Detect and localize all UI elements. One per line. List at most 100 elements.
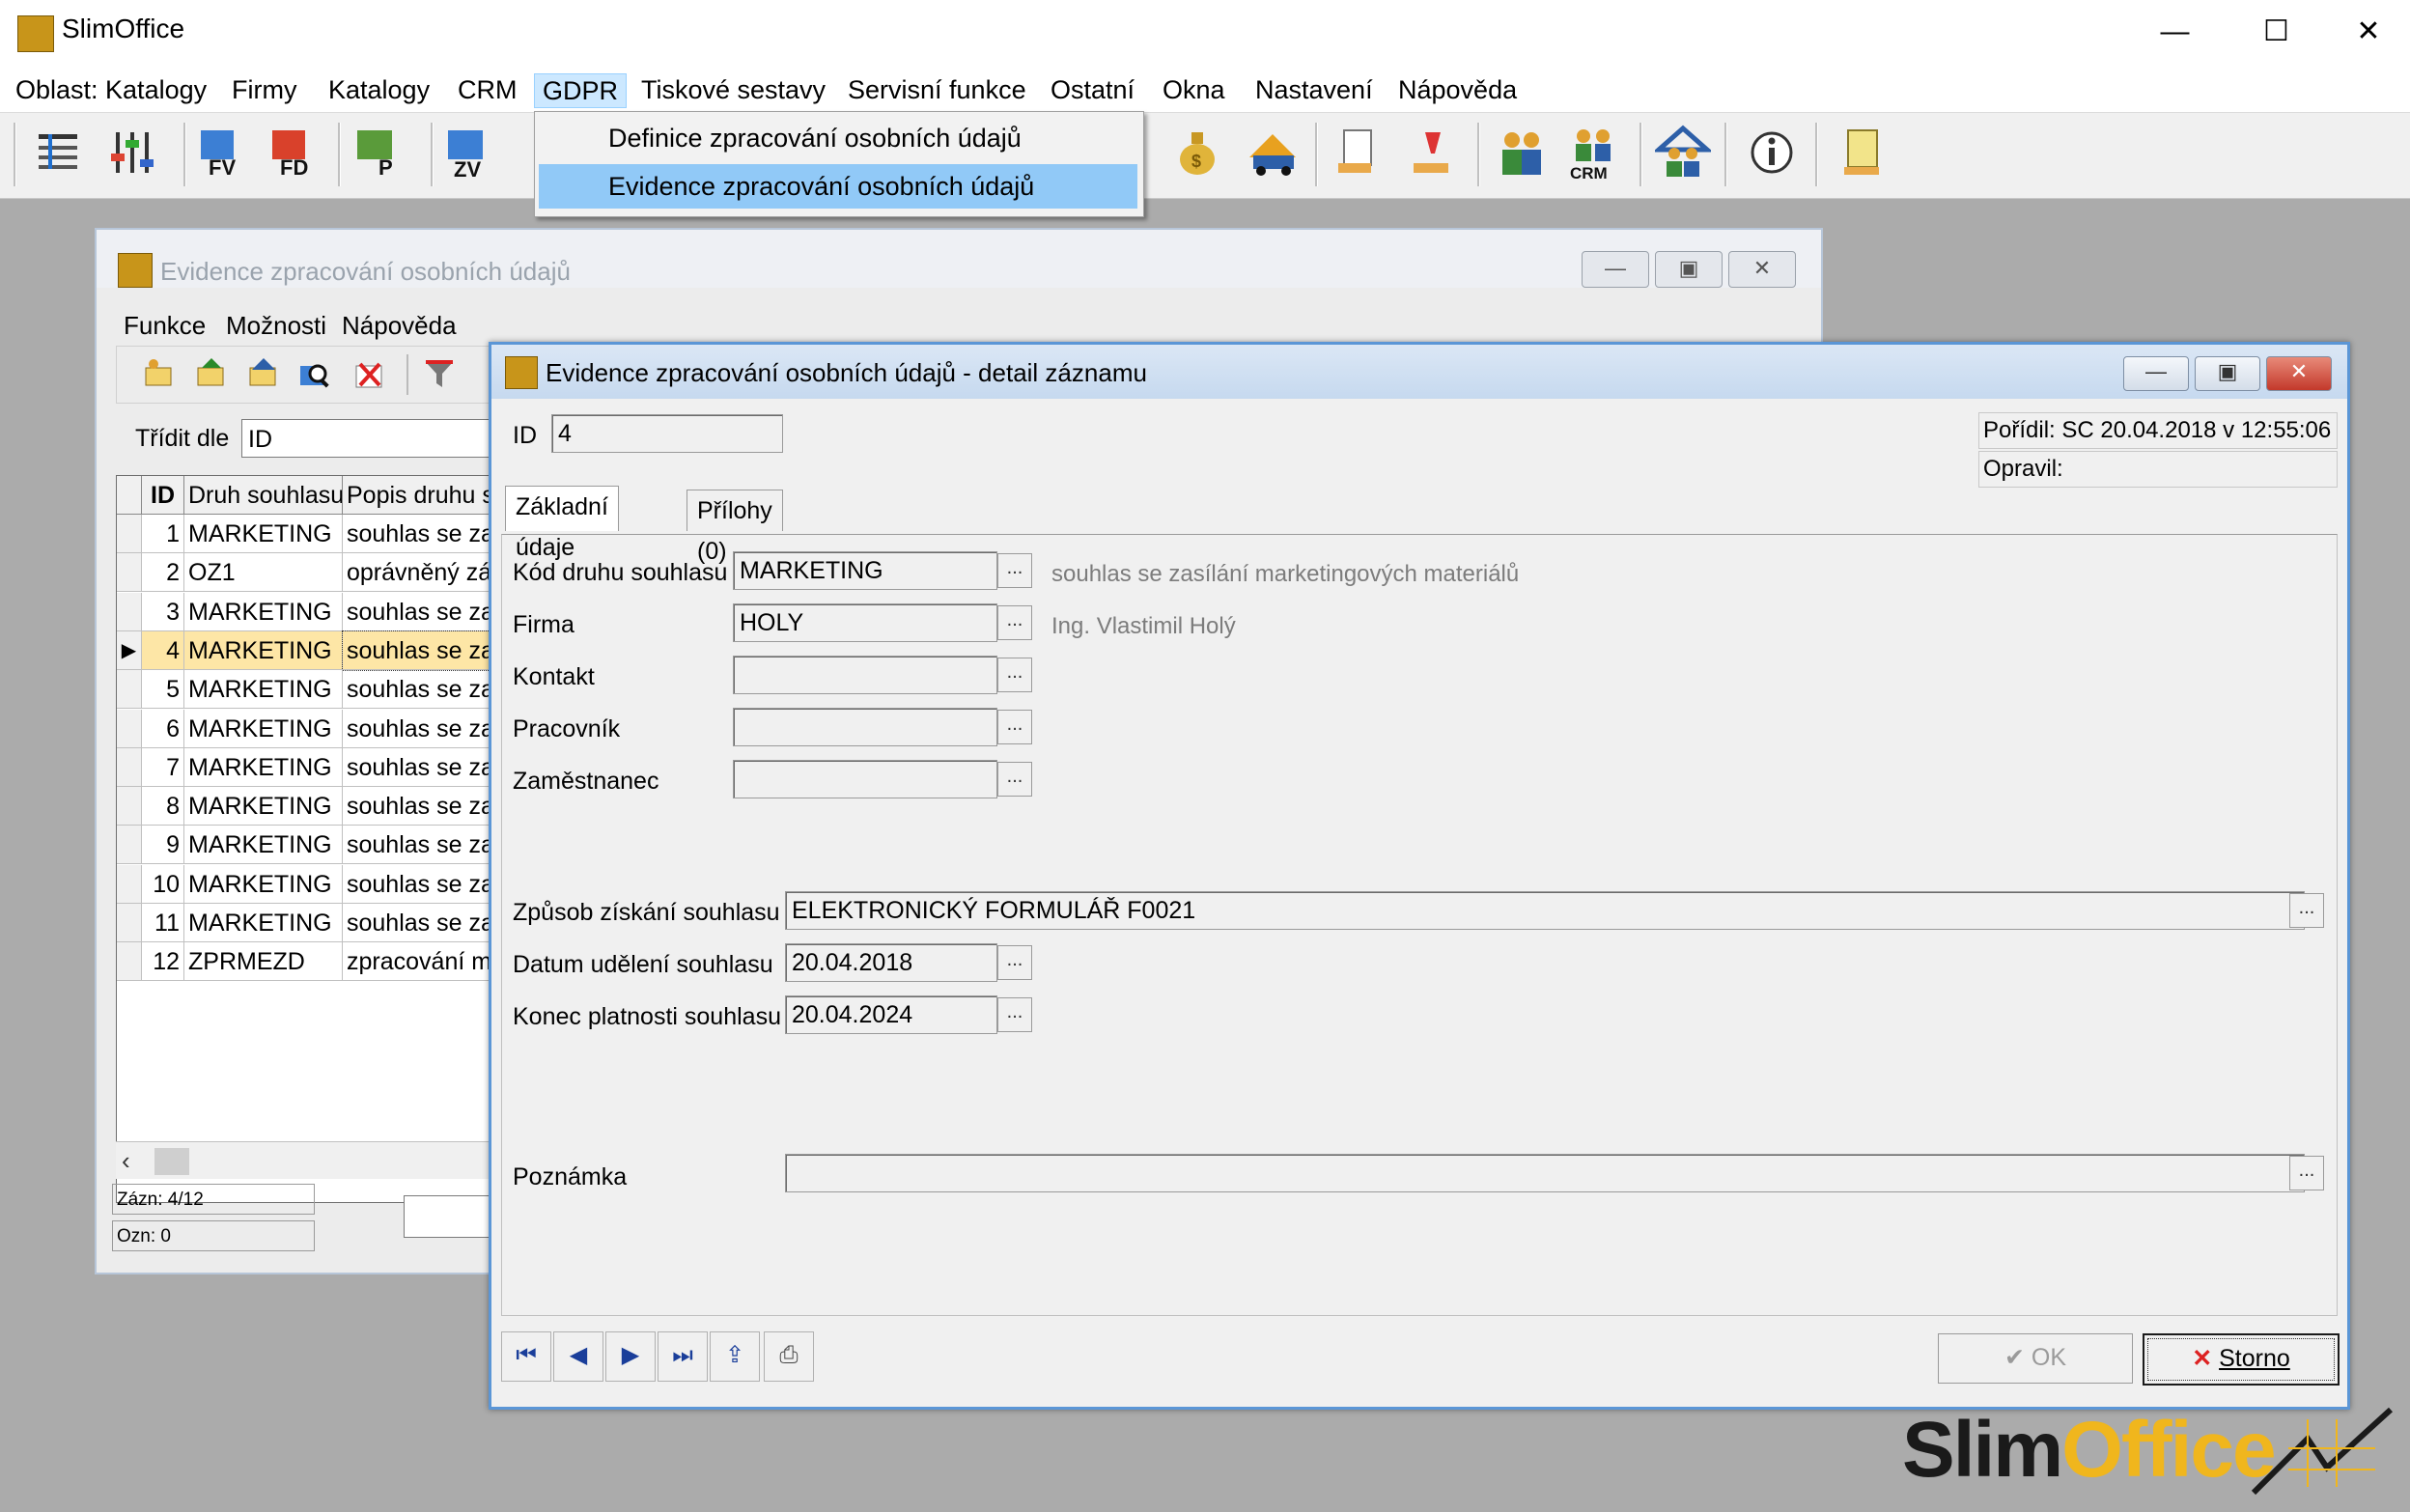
zpusob-ziskani-field[interactable]: ELEKTRONICKÝ FORMULÁŘ F0021 xyxy=(785,891,2305,930)
detail-window-restore-button[interactable]: ▣ xyxy=(2195,356,2260,391)
menu-katalogy[interactable]: Katalogy xyxy=(321,73,437,106)
table-row[interactable]: 9 MARKETING souhlas se za xyxy=(117,826,532,865)
menu-napoveda[interactable]: Nápověda xyxy=(1390,73,1525,106)
moneybag-icon[interactable]: $ xyxy=(1170,125,1226,181)
zpusob-ziskani-lookup-button[interactable]: ... xyxy=(2289,893,2324,928)
menu-oblast[interactable]: Oblast: Katalogy xyxy=(8,73,214,106)
scrollbar-thumb[interactable] xyxy=(154,1148,189,1175)
table-row[interactable]: 1 MARKETING souhlas se za xyxy=(117,515,532,553)
list-menu-moznosti[interactable]: Možnosti xyxy=(226,311,326,341)
menu-okna[interactable]: Okna xyxy=(1155,73,1233,106)
crm-icon[interactable]: CRM xyxy=(1566,125,1622,181)
cell-id[interactable]: 12 xyxy=(142,942,184,982)
cell-druh-souhlasu[interactable]: MARKETING xyxy=(184,826,343,865)
cell-id[interactable]: 10 xyxy=(142,864,184,904)
open-record-icon[interactable] xyxy=(246,356,281,391)
last-record-icon[interactable]: ⏭ xyxy=(658,1331,708,1382)
detail-window-minimize-button[interactable]: — xyxy=(2123,356,2189,391)
list-window-minimize-button[interactable]: — xyxy=(1582,251,1649,288)
menu-ostatni[interactable]: Ostatní xyxy=(1043,73,1142,106)
table-row[interactable]: 3 MARKETING souhlas se za xyxy=(117,592,532,631)
cell-druh-souhlasu[interactable]: MARKETING xyxy=(184,709,343,748)
cell-id[interactable]: 6 xyxy=(142,709,184,748)
zamestnanec-field[interactable] xyxy=(733,760,997,798)
table-row[interactable]: 8 MARKETING souhlas se za xyxy=(117,787,532,826)
cell-druh-souhlasu[interactable]: MARKETING xyxy=(184,630,343,670)
firma-lookup-button[interactable]: ... xyxy=(997,605,1032,640)
menu-gdpr[interactable]: GDPR xyxy=(534,73,628,108)
cell-id[interactable]: 7 xyxy=(142,747,184,787)
truck-icon[interactable] xyxy=(1246,125,1302,181)
menu-crm[interactable]: CRM xyxy=(450,73,525,106)
grid-horizontal-scrollbar[interactable]: ‹ xyxy=(116,1141,531,1179)
table-row[interactable]: 6 MARKETING souhlas se za xyxy=(117,709,532,748)
filter-funnel-icon[interactable] xyxy=(422,356,457,391)
next-record-icon[interactable]: ▶ xyxy=(605,1331,656,1382)
sort-select[interactable]: ID xyxy=(241,419,494,458)
window-minimize-button[interactable]: — xyxy=(2124,0,2226,66)
cell-druh-souhlasu[interactable]: MARKETING xyxy=(184,787,343,826)
kod-druhu-field[interactable]: MARKETING xyxy=(733,551,997,590)
cell-id[interactable]: 8 xyxy=(142,787,184,826)
document-hand-icon[interactable] xyxy=(1332,125,1388,181)
cell-id[interactable]: 2 xyxy=(142,553,184,593)
menu-tiskove-sestavy[interactable]: Tiskové sestavy xyxy=(633,73,833,106)
firma-field[interactable]: HOLY xyxy=(733,603,997,642)
list-window-restore-button[interactable]: ▣ xyxy=(1655,251,1723,288)
konec-platnosti-field[interactable]: 20.04.2024 xyxy=(785,995,997,1034)
cell-druh-souhlasu[interactable]: MARKETING xyxy=(184,670,343,710)
ok-button[interactable]: ✔ OK xyxy=(1938,1333,2133,1384)
window-close-button[interactable]: ✕ xyxy=(2327,0,2410,66)
list-window-close-button[interactable]: ✕ xyxy=(1728,251,1796,288)
table-row[interactable]: 7 MARKETING souhlas se za xyxy=(117,747,532,787)
cell-druh-souhlasu[interactable]: ZPRMEZD xyxy=(184,942,343,982)
id-field[interactable]: 4 xyxy=(551,414,783,453)
first-record-icon[interactable]: ⏮ xyxy=(501,1331,551,1382)
list-icon[interactable] xyxy=(31,125,87,181)
print-icon[interactable]: ⎙ xyxy=(764,1331,814,1382)
cell-druh-souhlasu[interactable]: MARKETING xyxy=(184,864,343,904)
report-icon[interactable] xyxy=(1838,125,1894,181)
cell-druh-souhlasu[interactable]: OZ1 xyxy=(184,553,343,593)
konec-platnosti-picker-button[interactable]: ... xyxy=(997,997,1032,1032)
poznamka-field[interactable] xyxy=(785,1154,2305,1192)
cell-id[interactable]: 4 xyxy=(142,630,184,670)
list-menu-funkce[interactable]: Funkce xyxy=(124,311,206,341)
cell-druh-souhlasu[interactable]: MARKETING xyxy=(184,515,343,553)
storno-button[interactable]: ✕ Storno xyxy=(2143,1333,2340,1386)
pracovnik-lookup-button[interactable]: ... xyxy=(997,710,1032,744)
tab-zakladni-udaje[interactable]: Základní údaje xyxy=(505,486,619,561)
menu-item-evidence[interactable]: Evidence zpracování osobních údajů xyxy=(539,164,1137,209)
kontakt-field[interactable] xyxy=(733,656,997,694)
datum-udeleni-field[interactable]: 20.04.2018 xyxy=(785,943,997,982)
cell-druh-souhlasu[interactable]: MARKETING xyxy=(184,904,343,942)
table-row[interactable]: 12 ZPRMEZD zpracování m xyxy=(117,942,532,982)
delete-record-icon[interactable] xyxy=(352,356,387,391)
records-grid[interactable]: ID Druh souhlasu Popis druhu s 1 MARKETIN… xyxy=(116,475,533,1203)
edit-record-icon[interactable] xyxy=(194,356,229,391)
kod-druhu-lookup-button[interactable]: ... xyxy=(997,553,1032,588)
fd-invoice-icon[interactable]: FD xyxy=(263,125,319,181)
menu-item-definice[interactable]: Definice zpracování osobních údajů xyxy=(539,116,1137,160)
zamestnanec-lookup-button[interactable]: ... xyxy=(997,762,1032,797)
cell-id[interactable]: 3 xyxy=(142,592,184,631)
table-row[interactable]: 5 MARKETING souhlas se za xyxy=(117,670,532,710)
cell-druh-souhlasu[interactable]: MARKETING xyxy=(184,592,343,631)
cell-id[interactable]: 9 xyxy=(142,826,184,865)
cell-druh-souhlasu[interactable]: MARKETING xyxy=(184,747,343,787)
hand-tool-icon[interactable] xyxy=(1406,125,1462,181)
info-icon[interactable] xyxy=(1744,125,1800,181)
detail-window-close-button[interactable]: ✕ xyxy=(2266,356,2332,391)
p-icon[interactable]: P xyxy=(350,125,406,181)
cell-id[interactable]: 5 xyxy=(142,670,184,710)
house-people-icon[interactable] xyxy=(1655,125,1711,181)
scroll-left-arrow-icon[interactable]: ‹ xyxy=(122,1146,130,1176)
new-record-icon[interactable] xyxy=(142,356,177,391)
table-row[interactable]: 11 MARKETING souhlas se za xyxy=(117,904,532,942)
menu-servisni-funkce[interactable]: Servisní funkce xyxy=(840,73,1034,106)
poznamka-lookup-button[interactable]: ... xyxy=(2289,1156,2324,1190)
tab-prilohy[interactable]: Přílohy (0) xyxy=(687,490,783,565)
menu-firmy[interactable]: Firmy xyxy=(224,73,304,106)
table-row[interactable]: 10 MARKETING souhlas se za xyxy=(117,864,532,904)
filter-sliders-icon[interactable] xyxy=(104,125,160,181)
